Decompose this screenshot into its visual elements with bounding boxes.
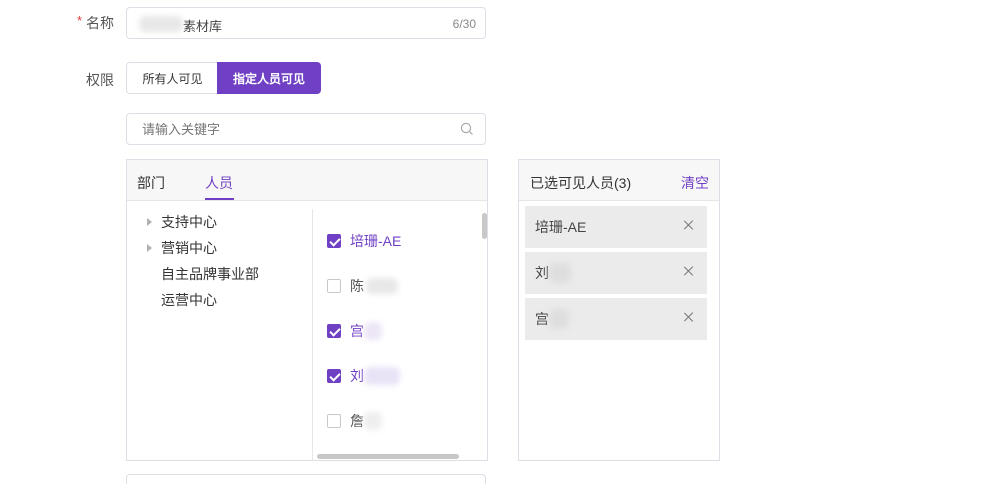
- vertical-scrollbar[interactable]: [482, 213, 487, 239]
- member-picker: 部门 人员 支持中心 营销中心 自主品牌事业部 运营中心 培珊-AE 陈 宫 刘…: [126, 159, 488, 461]
- person-name: 刘: [350, 368, 364, 384]
- close-icon[interactable]: [683, 311, 695, 323]
- required-mark: *: [77, 13, 83, 28]
- horizontal-scrollbar[interactable]: [317, 454, 459, 459]
- tree-item-marketing-center[interactable]: 营销中心: [147, 235, 217, 261]
- selected-chip: 宫: [525, 298, 707, 340]
- clear-button[interactable]: 清空: [681, 173, 709, 193]
- person-name: 陈: [350, 278, 364, 294]
- caret-right-icon[interactable]: [147, 218, 152, 226]
- tree-item-own-brand[interactable]: 自主品牌事业部: [161, 261, 259, 287]
- checkbox[interactable]: [327, 369, 341, 383]
- tree-item-support-center[interactable]: 支持中心: [147, 209, 217, 235]
- person-item[interactable]: 培珊-AE: [327, 231, 401, 251]
- tree-item-label: 自主品牌事业部: [161, 266, 259, 282]
- search-icon[interactable]: [460, 122, 474, 136]
- tree-item-operations-center[interactable]: 运营中心: [161, 287, 217, 313]
- person-item[interactable]: 宫: [327, 321, 382, 341]
- checkbox[interactable]: [327, 234, 341, 248]
- name-input-value: 素材库: [183, 19, 223, 34]
- checkbox[interactable]: [327, 279, 341, 293]
- close-icon[interactable]: [683, 265, 695, 277]
- redacted-text: [364, 412, 382, 430]
- person-name: 培珊-AE: [350, 233, 402, 249]
- redacted-text: [549, 309, 569, 329]
- checkbox[interactable]: [327, 414, 341, 428]
- tab-department[interactable]: 部门: [137, 173, 165, 193]
- tab-people[interactable]: 人员: [205, 173, 233, 193]
- tree-item-label: 营销中心: [161, 240, 217, 256]
- person-item[interactable]: 刘: [327, 366, 400, 386]
- selected-panel: 已选可见人员(3) 清空 培珊-AE 刘 宫: [518, 159, 720, 461]
- redacted-text: [139, 16, 183, 32]
- name-input[interactable]: 素材库 6/30: [126, 7, 486, 39]
- redacted-text: [366, 278, 398, 294]
- close-icon[interactable]: [683, 219, 695, 231]
- redacted-text: [364, 367, 400, 385]
- option-specified-visible[interactable]: 指定人员可见: [217, 62, 321, 94]
- column-divider: [312, 209, 313, 460]
- chip-label: 宫: [535, 311, 549, 327]
- char-counter: 6/30: [452, 17, 476, 31]
- search-input[interactable]: [127, 114, 447, 144]
- keyword-search: [126, 113, 486, 145]
- redacted-text: [549, 263, 571, 283]
- person-name: 宫: [350, 323, 364, 339]
- selected-title: 已选可见人员(3): [530, 175, 632, 191]
- tree-item-label: 运营中心: [161, 292, 217, 308]
- name-label: 名称: [86, 15, 114, 31]
- permission-label: 权限: [86, 72, 114, 88]
- selected-header: 已选可见人员(3) 清空: [519, 160, 719, 201]
- option-everyone-visible[interactable]: 所有人可见: [126, 62, 218, 94]
- chip-label: 培珊-AE: [535, 219, 587, 235]
- next-field[interactable]: [126, 474, 486, 484]
- picker-tabs: 部门 人员: [127, 160, 487, 201]
- permission-toggle: 所有人可见 指定人员可见: [126, 62, 321, 94]
- person-item[interactable]: 陈: [327, 276, 398, 296]
- selected-chip: 培珊-AE: [525, 206, 707, 248]
- selected-chip: 刘: [525, 252, 707, 294]
- active-tab-indicator: [205, 198, 234, 200]
- tree-item-label: 支持中心: [161, 214, 217, 230]
- department-tree: 支持中心 营销中心 自主品牌事业部 运营中心: [127, 209, 312, 460]
- checkbox[interactable]: [327, 324, 341, 338]
- chip-label: 刘: [535, 265, 549, 281]
- person-item[interactable]: 詹: [327, 411, 382, 431]
- caret-right-icon[interactable]: [147, 244, 152, 252]
- people-list: 培珊-AE 陈 宫 刘 詹: [327, 209, 477, 454]
- redacted-text: [364, 322, 382, 340]
- person-name: 詹: [350, 413, 364, 429]
